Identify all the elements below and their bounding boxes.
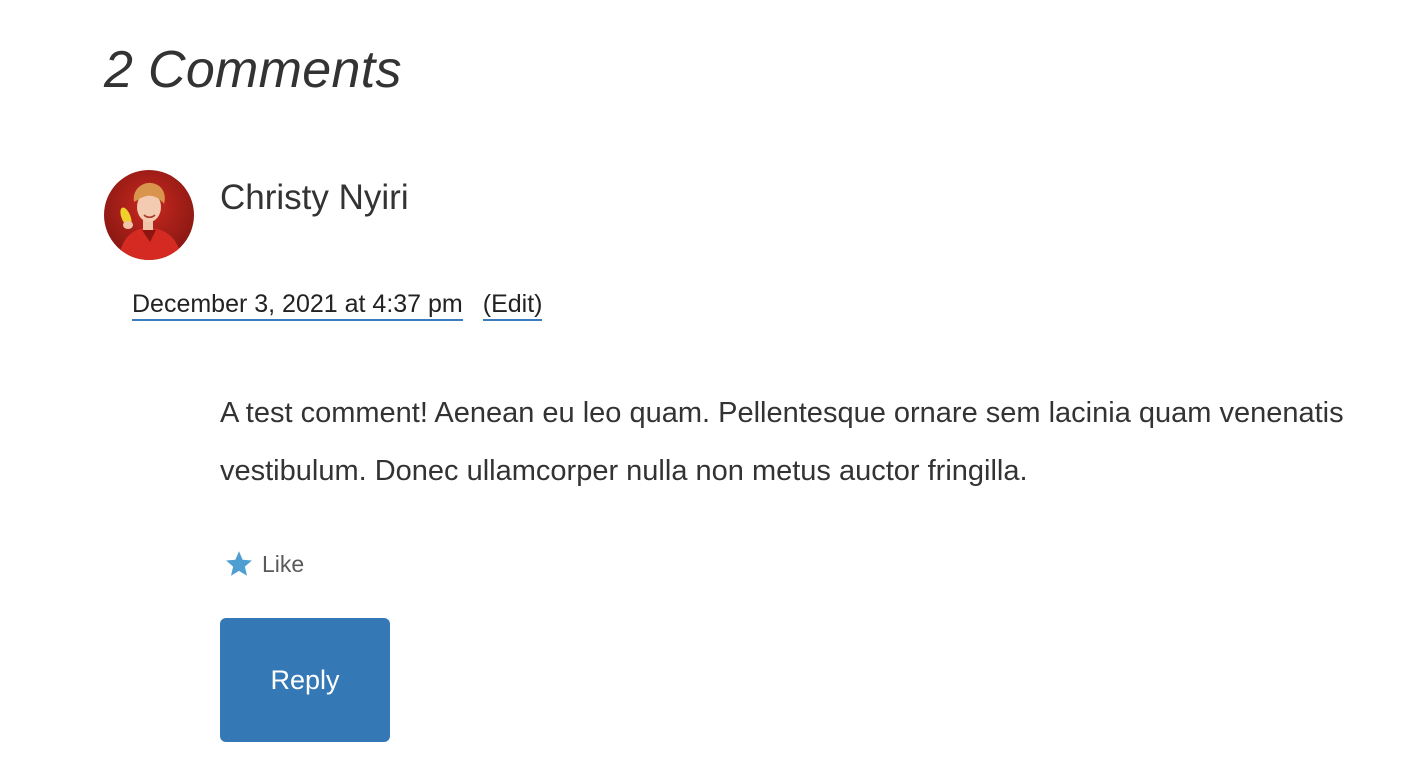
comment-date-link[interactable]: December 3, 2021 at 4:37 pm [132, 290, 463, 321]
like-button[interactable]: Like [224, 544, 304, 584]
comments-title: 2 Comments [104, 41, 402, 99]
avatar-photo-icon [104, 170, 194, 260]
reply-button[interactable]: Reply [220, 618, 390, 742]
comment-edit-link[interactable]: (Edit) [482, 290, 543, 321]
star-icon [224, 549, 254, 579]
comment-body: A test comment! Aenean eu leo quam. Pell… [220, 397, 1344, 487]
comment-meta: December 3, 2021 at 4:37 pm (Edit) [132, 288, 543, 321]
like-label: Like [262, 550, 305, 577]
avatar [104, 170, 194, 260]
comment-author-name: Christy Nyiri [220, 178, 409, 217]
